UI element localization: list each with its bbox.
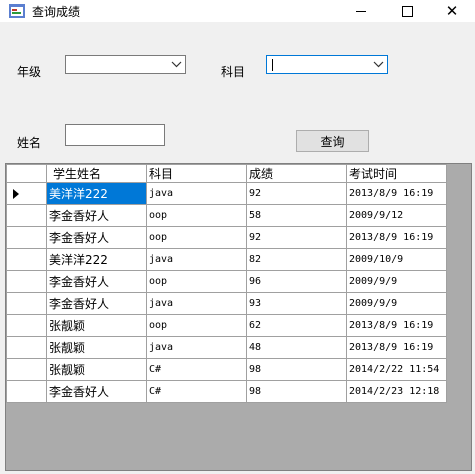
row-header-corner (6, 164, 47, 183)
cell-score[interactable]: 96 (246, 270, 347, 293)
chevron-down-icon (171, 61, 182, 68)
cell-score[interactable]: 98 (246, 358, 347, 381)
results-grid[interactable]: 学生姓名 科目 成绩 考试时间 美洋洋222 java 92 2013/8/9 16:… (5, 163, 472, 471)
table-row[interactable]: 李金香好人 java 93 2009/9/9 (6, 292, 447, 315)
cell-subject[interactable]: oop (146, 204, 247, 227)
text-caret (272, 59, 273, 71)
header-row: 学生姓名 科目 成绩 考试时间 (6, 164, 447, 183)
cell-score[interactable]: 82 (246, 248, 347, 271)
cell-subject[interactable]: C# (146, 380, 247, 403)
maximize-icon (401, 5, 413, 17)
close-icon: ✕ (445, 1, 459, 20)
cell-subject[interactable]: C# (146, 358, 247, 381)
row-header[interactable] (6, 380, 47, 403)
table-row[interactable]: 张靓颖 C# 98 2014/2/22 11:54 (6, 358, 447, 381)
cell-score[interactable]: 92 (246, 182, 347, 205)
grade-label: 年级 (17, 65, 42, 79)
cell-name[interactable]: 李金香好人 (46, 204, 147, 227)
cell-name[interactable]: 李金香好人 (46, 270, 147, 293)
cell-name[interactable]: 李金香好人 (46, 226, 147, 249)
cell-name[interactable]: 张靓颖 (46, 314, 147, 337)
cell-time[interactable]: 2013/8/9 16:19 (346, 226, 447, 249)
subject-label: 科目 (221, 65, 246, 79)
cell-time[interactable]: 2013/8/9 16:19 (346, 336, 447, 359)
row-header[interactable] (6, 336, 47, 359)
table-row[interactable]: 李金香好人 C# 98 2014/2/23 12:18 (6, 380, 447, 403)
table-row[interactable]: 美洋洋222 java 82 2009/10/9 (6, 248, 447, 271)
cell-subject[interactable]: oop (146, 226, 247, 249)
row-header[interactable] (6, 292, 47, 315)
table-row[interactable]: 张靓颖 oop 62 2013/8/9 16:19 (6, 314, 447, 337)
cell-name[interactable]: 李金香好人 (46, 292, 147, 315)
cell-time[interactable]: 2014/2/22 11:54 (346, 358, 447, 381)
maximize-button[interactable] (384, 0, 430, 22)
cell-name[interactable]: 李金香好人 (46, 380, 147, 403)
results-table: 学生姓名 科目 成绩 考试时间 美洋洋222 java 92 2013/8/9 16:… (6, 164, 447, 403)
current-row-pointer-icon (13, 189, 19, 199)
row-header[interactable] (6, 182, 47, 205)
table-row[interactable]: 张靓颖 java 48 2013/8/9 16:19 (6, 336, 447, 359)
cell-time[interactable]: 2014/2/23 12:18 (346, 380, 447, 403)
app-icon (9, 4, 25, 18)
minimize-button[interactable] (338, 0, 384, 22)
table-row[interactable]: 李金香好人 oop 96 2009/9/9 (6, 270, 447, 293)
grade-combobox[interactable] (65, 55, 186, 74)
cell-subject[interactable]: oop (146, 270, 247, 293)
row-header[interactable] (6, 358, 47, 381)
cell-name[interactable]: 美洋洋222 (46, 182, 147, 205)
table-row[interactable]: 李金香好人 oop 92 2013/8/9 16:19 (6, 226, 447, 249)
column-header-name[interactable]: 学生姓名 (46, 164, 147, 183)
cell-time[interactable]: 2009/9/12 (346, 204, 447, 227)
cell-score[interactable]: 62 (246, 314, 347, 337)
close-button[interactable]: ✕ (429, 0, 475, 22)
column-header-subject[interactable]: 科目 (146, 164, 247, 183)
minimize-icon (356, 10, 366, 12)
row-header[interactable] (6, 248, 47, 271)
row-header[interactable] (6, 270, 47, 293)
cell-subject[interactable]: java (146, 292, 247, 315)
cell-time[interactable]: 2013/8/9 16:19 (346, 314, 447, 337)
query-button[interactable]: 查询 (296, 130, 369, 152)
cell-time[interactable]: 2009/10/9 (346, 248, 447, 271)
cell-time[interactable]: 2013/8/9 16:19 (346, 182, 447, 205)
cell-time[interactable]: 2009/9/9 (346, 292, 447, 315)
cell-subject[interactable]: java (146, 248, 247, 271)
cell-name[interactable]: 张靓颖 (46, 358, 147, 381)
subject-combobox[interactable] (266, 55, 388, 74)
cell-name[interactable]: 张靓颖 (46, 336, 147, 359)
row-header[interactable] (6, 314, 47, 337)
cell-score[interactable]: 93 (246, 292, 347, 315)
title-bar: 查询成绩 ✕ (0, 0, 475, 22)
name-label: 姓名 (17, 136, 42, 150)
cell-name[interactable]: 美洋洋222 (46, 248, 147, 271)
cell-score[interactable]: 92 (246, 226, 347, 249)
column-header-score[interactable]: 成绩 (246, 164, 347, 183)
cell-subject[interactable]: oop (146, 314, 247, 337)
window-title: 查询成绩 (32, 5, 81, 19)
cell-time[interactable]: 2009/9/9 (346, 270, 447, 293)
chevron-down-icon (373, 61, 384, 68)
cell-subject[interactable]: java (146, 182, 247, 205)
column-header-time[interactable]: 考试时间 (346, 164, 447, 183)
cell-score[interactable]: 98 (246, 380, 347, 403)
table-row[interactable]: 美洋洋222 java 92 2013/8/9 16:19 (6, 182, 447, 205)
cell-subject[interactable]: java (146, 336, 247, 359)
cell-score[interactable]: 58 (246, 204, 347, 227)
name-input[interactable] (65, 124, 165, 146)
row-header[interactable] (6, 204, 47, 227)
cell-score[interactable]: 48 (246, 336, 347, 359)
table-row[interactable]: 李金香好人 oop 58 2009/9/12 (6, 204, 447, 227)
row-header[interactable] (6, 226, 47, 249)
